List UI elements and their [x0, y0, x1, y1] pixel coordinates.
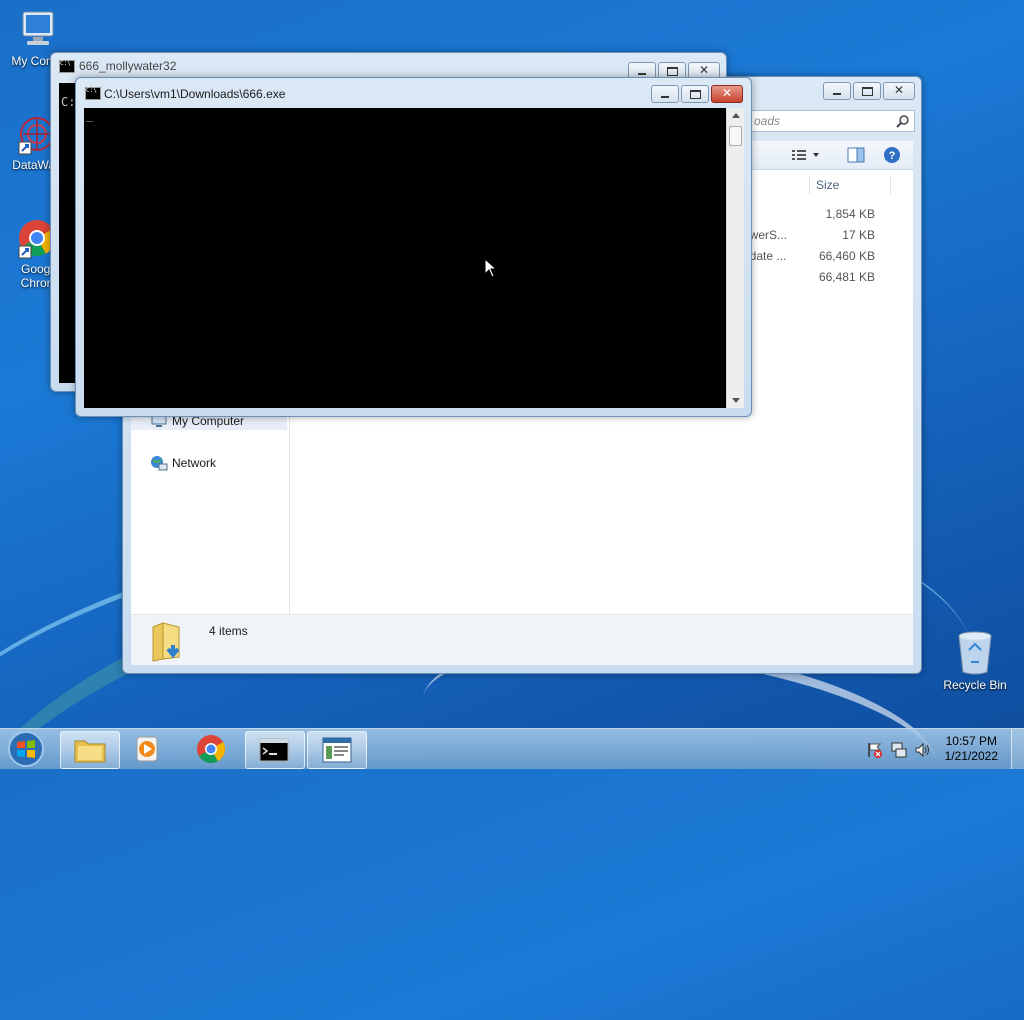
search-icon: [896, 115, 909, 128]
view-options-icon[interactable]: [791, 148, 821, 162]
search-box[interactable]: oads: [749, 110, 915, 132]
status-bar: 4 items: [131, 614, 913, 665]
maximize-button[interactable]: [853, 82, 881, 100]
close-button[interactable]: ✕: [883, 82, 915, 100]
console-output[interactable]: _: [84, 108, 726, 408]
table-row[interactable]: 66,481 KB: [741, 268, 881, 286]
close-icon: ✕: [698, 63, 710, 77]
console-icon: C:\: [59, 60, 75, 73]
taskbar-app-button[interactable]: [307, 731, 367, 769]
computer-icon: [22, 11, 54, 45]
network-icon: [151, 456, 168, 471]
close-icon: ✕: [721, 86, 733, 100]
close-icon: ✕: [893, 83, 905, 97]
maximize-button[interactable]: [681, 85, 709, 103]
show-desktop-button[interactable]: [1011, 729, 1024, 769]
start-button[interactable]: [6, 729, 46, 769]
application-window-icon: [322, 737, 352, 763]
explorer-window-controls: ✕: [821, 82, 915, 100]
minimize-button[interactable]: [823, 82, 851, 100]
taskbar-media-player-button[interactable]: [120, 731, 178, 767]
desktop-icon-recycle-bin[interactable]: Recycle Bin: [938, 630, 1012, 692]
windows-logo-icon: [8, 731, 44, 767]
mouse-cursor: [484, 258, 498, 278]
volume-icon[interactable]: [914, 741, 932, 759]
taskbar-chrome-button[interactable]: [182, 731, 240, 767]
svg-text:?: ?: [889, 150, 896, 162]
media-player-icon: [136, 736, 158, 762]
folder-icon: [74, 740, 106, 763]
close-button[interactable]: ✕: [711, 85, 743, 103]
minimize-button[interactable]: [651, 85, 679, 103]
table-row[interactable]: 1,854 KB: [741, 205, 881, 223]
chrome-icon: [197, 735, 225, 763]
clock-date: 1/21/2022: [944, 749, 998, 763]
table-row[interactable]: owerS... 17 KB: [741, 226, 881, 244]
action-center-flag-icon[interactable]: [866, 741, 884, 759]
preview-pane-icon[interactable]: [847, 147, 865, 163]
cmd-window-666[interactable]: C:\ C:\Users\vm1\Downloads\666.exe ✕ _: [75, 77, 752, 417]
taskbar-cmd-button[interactable]: [245, 731, 305, 769]
column-header-size[interactable]: Size: [809, 176, 891, 194]
scroll-thumb[interactable]: [729, 126, 742, 146]
clock-time: 10:57 PM: [945, 734, 997, 748]
console-icon: C:\: [85, 87, 101, 100]
system-clock[interactable]: 10:57 PM 1/21/2022: [945, 734, 998, 764]
help-icon[interactable]: ?: [883, 146, 901, 164]
taskbar: 10:57 PM 1/21/2022: [0, 728, 1024, 769]
cmd-titlebar[interactable]: C:\ C:\Users\vm1\Downloads\666.exe ✕: [76, 78, 751, 104]
cmd-window-controls: ✕: [649, 85, 743, 103]
nav-item-network[interactable]: Network: [131, 454, 287, 472]
scroll-up-arrow[interactable]: [732, 113, 740, 118]
recycle-bin-icon: [958, 631, 992, 675]
console-icon: [259, 738, 289, 762]
folder-download-icon: [152, 622, 180, 662]
console-scrollbar[interactable]: [726, 108, 744, 408]
cmd-background-titlebar[interactable]: C:\ 666_mollywater32 ✕: [51, 53, 726, 80]
table-row[interactable]: pdate ... 66,460 KB: [741, 247, 881, 265]
scroll-down-arrow[interactable]: [732, 398, 740, 403]
taskbar-explorer-button[interactable]: [60, 731, 120, 769]
network-tray-icon[interactable]: [890, 741, 908, 759]
